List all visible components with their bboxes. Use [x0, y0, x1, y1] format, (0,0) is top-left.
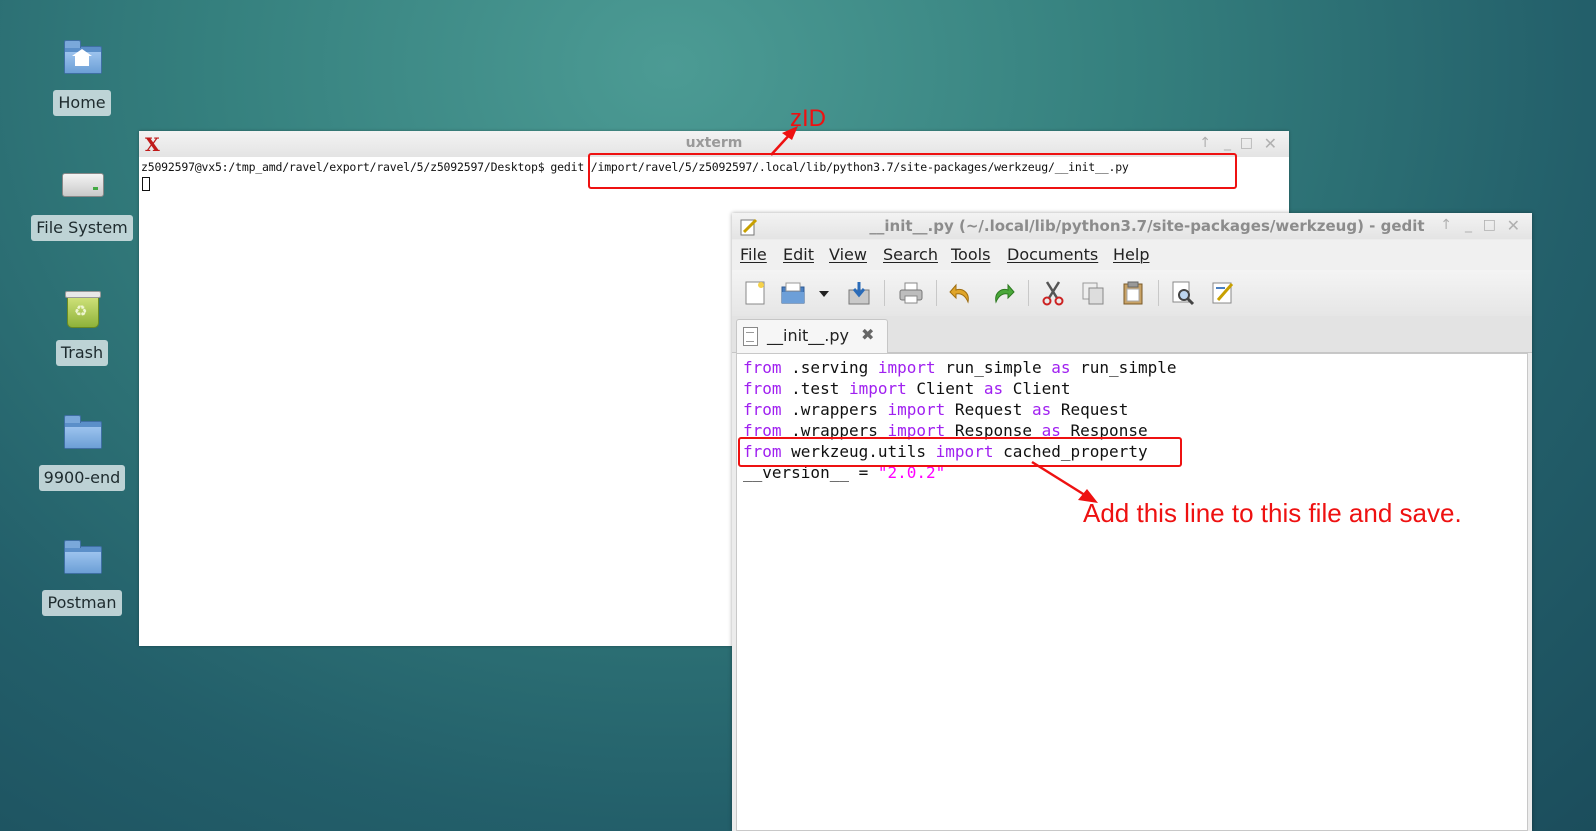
zid-annotation: zID: [790, 105, 826, 132]
code-line-highlight-box: [738, 437, 1182, 467]
instruction-annotation: Add this line to this file and save.: [1083, 498, 1462, 528]
